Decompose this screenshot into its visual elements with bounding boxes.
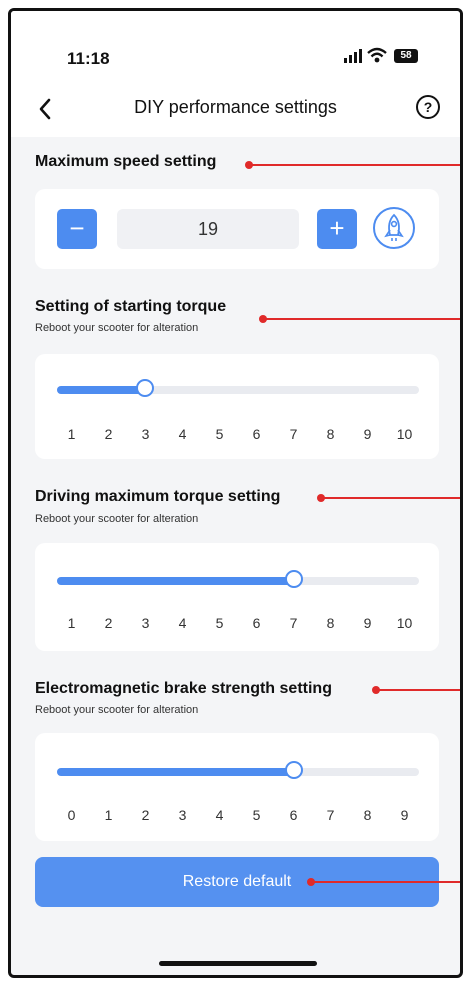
callout-line bbox=[259, 315, 460, 323]
tick-label: 7 bbox=[289, 426, 298, 442]
tick-label: 1 bbox=[67, 615, 76, 631]
brake-strength-slider-track[interactable] bbox=[57, 761, 419, 779]
driving-torque-card: 1 2 3 4 5 6 7 8 9 10 bbox=[35, 543, 439, 651]
tick-label: 4 bbox=[178, 615, 187, 631]
brake-strength-ticks: 0 1 2 3 4 5 6 7 8 9 bbox=[57, 807, 419, 825]
tick-label: 8 bbox=[326, 615, 335, 631]
starting-torque-slider-fill bbox=[57, 386, 146, 394]
max-speed-title: Maximum speed setting bbox=[35, 153, 217, 170]
tick-label: 1 bbox=[67, 426, 76, 442]
callout-line bbox=[307, 878, 460, 886]
max-speed-card: − 19 + bbox=[35, 189, 439, 269]
tick-label: 7 bbox=[326, 807, 335, 823]
tick-label: 0 bbox=[67, 807, 76, 823]
tick-label: 5 bbox=[215, 426, 224, 442]
starting-torque-ticks: 1 2 3 4 5 6 7 8 9 10 bbox=[57, 426, 419, 444]
starting-torque-subtitle: Reboot your scooter for alteration bbox=[35, 322, 199, 334]
starting-torque-slider-thumb[interactable] bbox=[136, 379, 155, 397]
tick-label: 2 bbox=[104, 615, 113, 631]
driving-torque-slider-track[interactable] bbox=[57, 570, 419, 588]
tick-label: 6 bbox=[252, 426, 261, 442]
tick-label: 7 bbox=[289, 615, 298, 631]
tick-label: 3 bbox=[141, 426, 150, 442]
callout-line bbox=[245, 161, 460, 169]
tick-label: 1 bbox=[104, 807, 113, 823]
tick-label: 3 bbox=[141, 615, 150, 631]
tick-label: 5 bbox=[252, 807, 261, 823]
tick-label: 9 bbox=[363, 426, 372, 442]
brake-strength-card: 0 1 2 3 4 5 6 7 8 9 bbox=[35, 733, 439, 841]
phone-screen: 11:18 58 DIY performance settings ? Maxi… bbox=[8, 8, 463, 978]
tick-label: 9 bbox=[363, 615, 372, 631]
tick-label: 8 bbox=[326, 426, 335, 442]
nav-bar: DIY performance settings ? bbox=[11, 81, 460, 137]
tick-label: 2 bbox=[141, 807, 150, 823]
signal-icon bbox=[344, 49, 362, 63]
tick-label: 10 bbox=[396, 426, 413, 442]
tick-label: 3 bbox=[178, 807, 187, 823]
tick-label: 10 bbox=[396, 615, 413, 631]
page-title: DIY performance settings bbox=[134, 97, 337, 117]
starting-torque-slider-track[interactable] bbox=[57, 379, 419, 397]
tick-label: 5 bbox=[215, 615, 224, 631]
rocket-icon[interactable] bbox=[373, 207, 415, 249]
tick-label: 8 bbox=[363, 807, 372, 823]
driving-torque-slider-fill bbox=[57, 577, 294, 585]
driving-torque-slider-thumb[interactable] bbox=[284, 570, 303, 588]
speed-decrease-button[interactable]: − bbox=[57, 209, 97, 249]
driving-torque-subtitle: Reboot your scooter for alteration bbox=[35, 513, 199, 525]
tick-label: 9 bbox=[400, 807, 409, 823]
speed-value-field[interactable]: 19 bbox=[117, 209, 299, 249]
tick-label: 4 bbox=[178, 426, 187, 442]
speed-increase-button[interactable]: + bbox=[317, 209, 357, 249]
status-time: 11:18 bbox=[67, 49, 110, 68]
tick-label: 6 bbox=[252, 615, 261, 631]
callout-line bbox=[372, 686, 460, 694]
tick-label: 4 bbox=[215, 807, 224, 823]
brake-strength-subtitle: Reboot your scooter for alteration bbox=[35, 704, 199, 716]
starting-torque-title: Setting of starting torque bbox=[35, 298, 227, 315]
driving-torque-ticks: 1 2 3 4 5 6 7 8 9 10 bbox=[57, 615, 419, 633]
wifi-icon bbox=[367, 47, 387, 63]
battery-icon: 58 bbox=[394, 49, 418, 63]
starting-torque-card: 1 2 3 4 5 6 7 8 9 10 bbox=[35, 354, 439, 459]
home-indicator bbox=[159, 961, 317, 966]
help-icon[interactable]: ? bbox=[416, 95, 440, 119]
driving-torque-title: Driving maximum torque setting bbox=[35, 488, 281, 505]
tick-label: 6 bbox=[289, 807, 298, 823]
tick-label: 2 bbox=[104, 426, 113, 442]
status-bar: 11:18 58 bbox=[11, 11, 460, 81]
brake-strength-slider-thumb[interactable] bbox=[284, 761, 303, 779]
brake-strength-title: Electromagnetic brake strength setting bbox=[35, 680, 332, 697]
callout-line bbox=[317, 494, 460, 502]
brake-strength-slider-fill bbox=[57, 768, 294, 776]
